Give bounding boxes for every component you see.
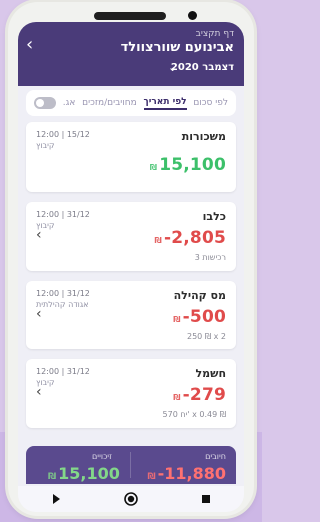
card-amount: ₪ -2,805 [155, 228, 226, 248]
summary-divider [130, 452, 131, 478]
expand-chevron-icon[interactable]: ‹ [36, 228, 42, 242]
chevron-down-icon[interactable]: ⌄ [168, 61, 177, 74]
card-source: קיבוץ [36, 221, 55, 230]
card-title: משכורות [181, 130, 226, 143]
card-time: 12:00 | 15/12 [36, 130, 90, 139]
app-header: ‹ דף תקציב אבינועם שוורצוולד דצמבר 2020 … [18, 22, 244, 86]
amount-value: -500 [182, 307, 226, 327]
header-subtitle: דף תקציב [195, 29, 234, 39]
currency: ₪ [173, 393, 181, 402]
back-chevron-icon[interactable]: ‹ [26, 36, 44, 54]
card-source: קיבוץ [36, 378, 55, 387]
card-title: חשמל [195, 367, 226, 380]
recents-square-icon[interactable] [198, 491, 214, 507]
card-source: אגודה קהילתית [36, 300, 89, 309]
card-meta: 12:00 | 15/12 קיבוץ [36, 130, 90, 150]
card-time: 12:00 | 31/12 [36, 210, 90, 219]
transaction-card[interactable]: מס קהילה 12:00 | 31/12 אגודה קהילתית ‹ ₪… [26, 281, 236, 349]
toggle-switch[interactable] [34, 97, 57, 109]
debits-amount: ₪ -11,880 [147, 464, 226, 483]
card-amount: ₪ -279 [173, 385, 226, 405]
amount-value: -279 [182, 385, 226, 405]
summary-bar: זיכויים חיובים ₪ 15,100 ₪ -11,880 [26, 446, 236, 484]
currency: ₪ [154, 236, 162, 245]
tab-by-date[interactable]: לפי תאריך [143, 97, 187, 110]
card-title: מס קהילה [173, 289, 226, 302]
card-meta: 12:00 | 31/12 קיבוץ [36, 367, 90, 387]
currency: ₪ [48, 472, 57, 482]
card-extra: 250 ₪ x 2 [187, 332, 226, 341]
home-circle-icon[interactable] [123, 491, 139, 507]
android-nav-bar [18, 486, 244, 512]
card-extra: 3 רכישות [194, 253, 226, 262]
debits-label: חיובים [205, 452, 226, 461]
card-amount: ₪ -500 [173, 307, 226, 327]
card-amount: ₪ 15,100 [150, 155, 226, 175]
header-month[interactable]: דצמבר 2020 [171, 62, 234, 73]
card-source: קיבוץ [36, 141, 55, 150]
credits-label: זיכויים [92, 452, 112, 461]
transactions-list: משכורות 12:00 | 15/12 קיבוץ ₪ 15,100 כלבו… [26, 122, 236, 438]
phone-speaker [94, 12, 166, 20]
debits-value: -11,880 [157, 464, 226, 483]
currency: ₪ [147, 472, 156, 482]
transaction-card[interactable]: כלבו 12:00 | 31/12 קיבוץ ‹ ₪ -2,805 3 רכי… [26, 202, 236, 271]
card-meta: 12:00 | 31/12 קיבוץ [36, 210, 90, 230]
header-title: אבינועם שוורצוולד [120, 40, 234, 55]
tab-by-amount[interactable]: לפי סכום [193, 98, 228, 108]
phone-camera [188, 11, 197, 20]
credits-value: 15,100 [58, 464, 120, 483]
transaction-card[interactable]: משכורות 12:00 | 15/12 קיבוץ ₪ 15,100 [26, 122, 236, 192]
expand-chevron-icon[interactable]: ‹ [36, 385, 42, 399]
tab-group[interactable]: אג. [63, 98, 76, 108]
amount-value: 15,100 [159, 155, 226, 175]
app-screen: ‹ דף תקציב אבינועם שוורצוולד דצמבר 2020 … [18, 22, 244, 512]
card-meta: 12:00 | 31/12 אגודה קהילתית [36, 289, 90, 309]
amount-value: -2,805 [163, 228, 226, 248]
credits-amount: ₪ 15,100 [48, 464, 120, 483]
phone-frame: ‹ דף תקציב אבינועם שוורצוולד דצמבר 2020 … [8, 2, 254, 516]
page: ‹ דף תקציב אבינועם שוורצוולד דצמבר 2020 … [0, 0, 262, 522]
tabs-bar: לפי סכום לפי תאריך מחויבים/מזכים אג. [26, 90, 236, 116]
back-triangle-icon[interactable] [48, 491, 64, 507]
expand-chevron-icon[interactable]: ‹ [36, 307, 42, 321]
transaction-card[interactable]: חשמל 12:00 | 31/12 קיבוץ ‹ ₪ -279 570 יח'… [26, 359, 236, 428]
card-extra: 570 יח' x 0.49 ₪ [162, 410, 226, 419]
tab-debits-credits[interactable]: מחויבים/מזכים [82, 98, 137, 108]
currency: ₪ [173, 315, 181, 324]
card-title: כלבו [202, 210, 226, 223]
currency: ₪ [149, 163, 158, 172]
card-time: 12:00 | 31/12 [36, 367, 90, 376]
card-time: 12:00 | 31/12 [36, 289, 90, 298]
